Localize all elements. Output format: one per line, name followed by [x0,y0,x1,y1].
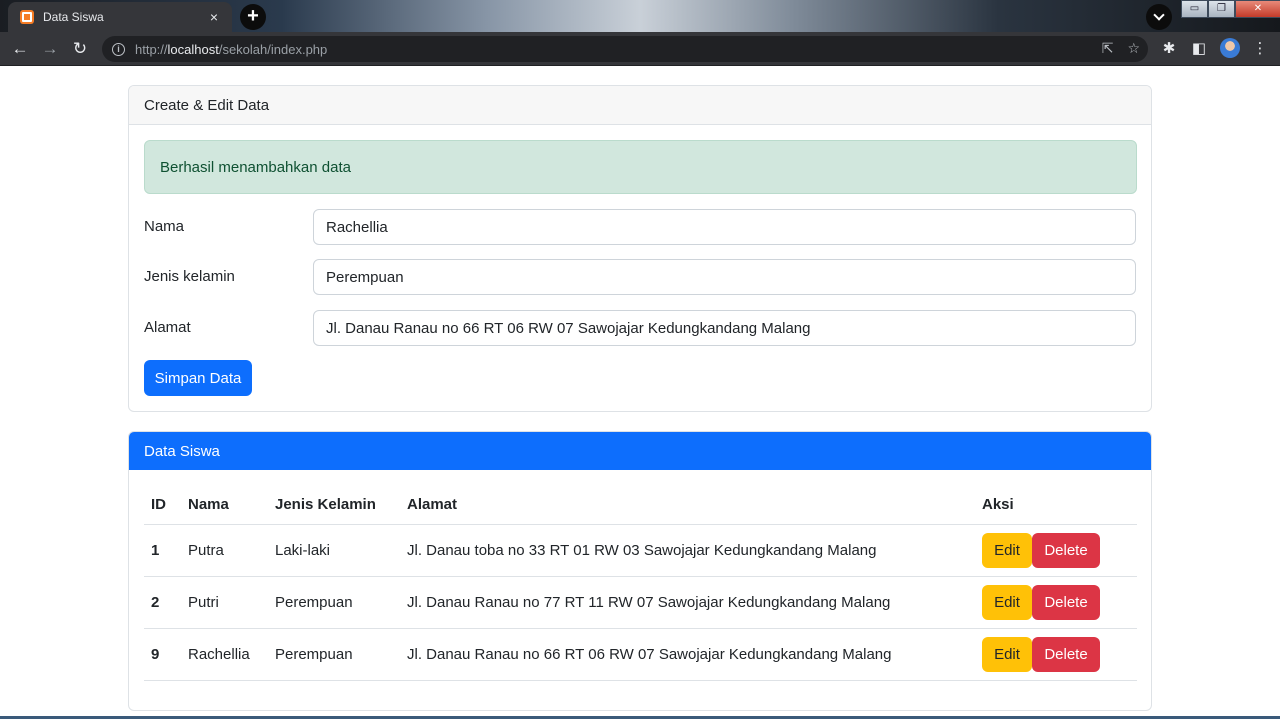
new-tab-button[interactable]: + [240,4,266,30]
simpan-data-button[interactable]: Simpan Data [144,360,252,396]
browser-toolbar: ← → ↻ i http://localhost/sekolah/index.p… [0,32,1280,66]
form-row-nama: Nama [144,209,1137,245]
table-row: 2 Putri Perempuan Jl. Danau Ranau no 77 … [144,576,1137,629]
omnibox-actions: ⇱ ☆ [1102,40,1140,57]
url-text: http://localhost/sekolah/index.php [135,42,327,57]
table-header-row: ID Nama Jenis Kelamin Alamat Aksi [144,486,1137,525]
cell-nama: Putra [181,524,268,577]
cell-aksi: Edit Delete [975,524,1137,577]
xampp-favicon-icon [20,10,34,24]
tab-title: Data Siswa [43,10,104,24]
cell-id: 9 [144,628,181,681]
table-row: 1 Putra Laki-laki Jl. Danau toba no 33 R… [144,524,1137,577]
cell-aksi: Edit Delete [975,576,1137,629]
create-edit-header: Create & Edit Data [129,86,1151,125]
maximize-button[interactable]: ❐ [1208,0,1235,18]
jenis-kelamin-input[interactable] [313,259,1136,295]
cell-alamat: Jl. Danau toba no 33 RT 01 RW 03 Sawojaj… [400,524,975,577]
back-arrow-icon[interactable]: ← [9,38,31,60]
cell-aksi: Edit Delete [975,628,1137,681]
url-host: localhost [167,41,219,57]
success-alert: Berhasil menambahkan data [144,140,1137,194]
edit-button[interactable]: Edit [982,636,1032,672]
close-window-button[interactable]: ✕ [1235,0,1280,18]
share-icon[interactable]: ⇱ [1102,40,1114,57]
cell-jenis-kelamin: Perempuan [268,628,400,681]
side-panel-icon[interactable]: ◧ [1188,38,1210,60]
delete-button[interactable]: Delete [1032,584,1100,620]
nama-label: Nama [144,218,185,235]
alamat-label: Alamat [144,319,191,336]
alamat-input[interactable] [313,310,1136,346]
cell-nama: Rachellia [181,628,268,681]
cell-alamat: Jl. Danau Ranau no 66 RT 06 RW 07 Sawoja… [400,628,975,681]
profile-avatar[interactable] [1220,38,1240,58]
star-icon[interactable]: ☆ [1127,40,1140,57]
cell-jenis-kelamin: Laki-laki [268,524,400,577]
column-header-alamat: Alamat [400,486,975,525]
url-scheme: http:// [135,41,168,57]
cell-id: 1 [144,524,181,577]
window-controls: ▭ ❐ ✕ [1181,0,1280,18]
table-row: 9 Rachellia Perempuan Jl. Danau Ranau no… [144,628,1137,681]
create-edit-card: Create & Edit Data Berhasil menambahkan … [128,85,1152,412]
cell-nama: Putri [181,576,268,629]
delete-button[interactable]: Delete [1032,532,1100,568]
form-row-alamat: Alamat [144,310,1137,346]
address-bar[interactable]: i http://localhost/sekolah/index.php ⇱ ☆ [102,36,1148,62]
edit-button[interactable]: Edit [982,584,1032,620]
tab-search-chevron-icon[interactable] [1146,4,1172,30]
delete-button[interactable]: Delete [1032,636,1100,672]
form-row-jenis-kelamin: Jenis kelamin [144,259,1137,295]
extensions-icon[interactable]: ✱ [1158,38,1180,60]
data-siswa-card: Data Siswa ID Nama Jenis Kelamin Alamat … [128,431,1152,711]
cell-jenis-kelamin: Perempuan [268,576,400,629]
cell-alamat: Jl. Danau Ranau no 77 RT 11 RW 07 Sawoja… [400,576,975,629]
column-header-id: ID [144,486,181,525]
siswa-table: ID Nama Jenis Kelamin Alamat Aksi 1 Putr… [144,486,1137,681]
nama-input[interactable] [313,209,1136,245]
menu-dots-icon[interactable]: ⋮ [1249,38,1271,60]
tab-close-icon[interactable]: × [206,9,222,25]
edit-button[interactable]: Edit [982,532,1032,568]
url-path: /sekolah/index.php [218,41,328,57]
forward-arrow-icon[interactable]: → [39,38,61,60]
info-icon[interactable]: i [112,42,125,56]
data-siswa-header: Data Siswa [129,432,1151,470]
reload-icon[interactable]: ↻ [69,38,91,60]
jenis-kelamin-label: Jenis kelamin [144,268,235,285]
tab-strip: Data Siswa × + ▭ ❐ ✕ [0,0,1280,32]
cell-id: 2 [144,576,181,629]
column-header-nama: Nama [181,486,268,525]
minimize-button[interactable]: ▭ [1181,0,1208,18]
column-header-aksi: Aksi [975,486,1137,525]
browser-tab[interactable]: Data Siswa × [8,2,232,32]
column-header-jenis-kelamin: Jenis Kelamin [268,486,400,525]
